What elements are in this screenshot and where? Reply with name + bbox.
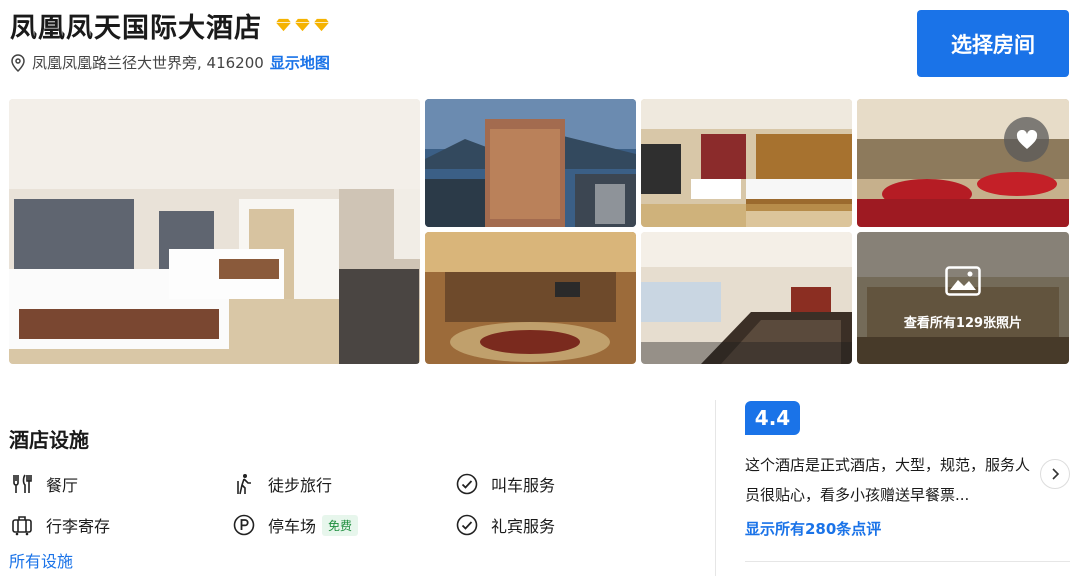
review-score-badge: 4.4 — [745, 401, 800, 435]
photo-lobby[interactable] — [425, 232, 636, 364]
facility-concierge: 礼宾服务 — [455, 513, 555, 537]
star-rating — [276, 17, 329, 32]
next-review-button[interactable] — [1040, 459, 1070, 489]
address-row: 凤凰凤凰路兰径大世界旁, 416200 显示地图 — [10, 52, 330, 73]
address-text: 凤凰凤凰路兰径大世界旁, 416200 — [32, 54, 264, 72]
luggage-icon — [10, 513, 34, 537]
facility-parking: 停车场 免费 — [232, 513, 359, 537]
facility-label: 行李寄存 — [46, 517, 111, 536]
facility-taxi-service: 叫车服务 — [455, 472, 555, 496]
facility-hiking: 徒步旅行 — [232, 472, 332, 496]
favorite-heart-button[interactable] — [1004, 117, 1049, 162]
chevron-right-icon — [1052, 468, 1060, 480]
hiking-icon — [232, 472, 256, 496]
facility-luggage-storage: 行李寄存 — [10, 513, 110, 537]
reviews-divider — [745, 561, 1070, 562]
diamond-star-icon — [295, 18, 310, 32]
check-circle-icon — [455, 513, 479, 537]
check-circle-icon — [455, 472, 479, 496]
diamond-star-icon — [276, 18, 291, 32]
diamond-star-icon — [314, 18, 329, 32]
view-all-photos-label: 查看所有129张照片 — [903, 315, 1023, 331]
heart-icon — [1016, 129, 1037, 149]
photo-exterior[interactable] — [425, 99, 636, 227]
all-facilities-link[interactable]: 所有设施 — [9, 548, 73, 572]
show-map-link[interactable]: 显示地图 — [270, 52, 330, 73]
select-room-button[interactable]: 选择房间 — [917, 10, 1069, 77]
facility-label: 徒步旅行 — [268, 476, 333, 495]
all-reviews-link[interactable]: 显示所有280条点评 — [745, 518, 881, 539]
image-gallery-icon — [945, 265, 981, 296]
facility-restaurant: 餐厅 — [10, 472, 78, 496]
section-divider — [715, 400, 716, 576]
facility-label: 餐厅 — [46, 476, 79, 495]
facility-label: 礼宾服务 — [491, 517, 556, 536]
free-badge: 免费 — [322, 514, 359, 536]
photo-twin-room[interactable] — [641, 99, 852, 227]
view-all-photos-overlay[interactable]: 查看所有129张照片 — [857, 232, 1069, 364]
photo-view-all[interactable]: 查看所有129张照片 — [857, 232, 1069, 364]
parking-icon — [232, 513, 256, 537]
hotel-name: 凤凰凤天国际大酒店 — [10, 13, 262, 44]
facility-label: 叫车服务 — [491, 476, 556, 495]
review-excerpt: 这个酒店是正式酒店，大型，规范，服务人员很贴心，看多小孩赠送早餐票... — [745, 456, 1031, 504]
location-pin-icon — [11, 53, 25, 72]
facility-label: 停车场 — [268, 517, 317, 536]
restaurant-icon — [10, 472, 34, 496]
photo-dining-hall[interactable] — [857, 99, 1069, 227]
facilities-title: 酒店设施 — [9, 428, 89, 452]
photo-meeting-room[interactable] — [641, 232, 852, 364]
main-photo-room[interactable] — [9, 99, 420, 364]
